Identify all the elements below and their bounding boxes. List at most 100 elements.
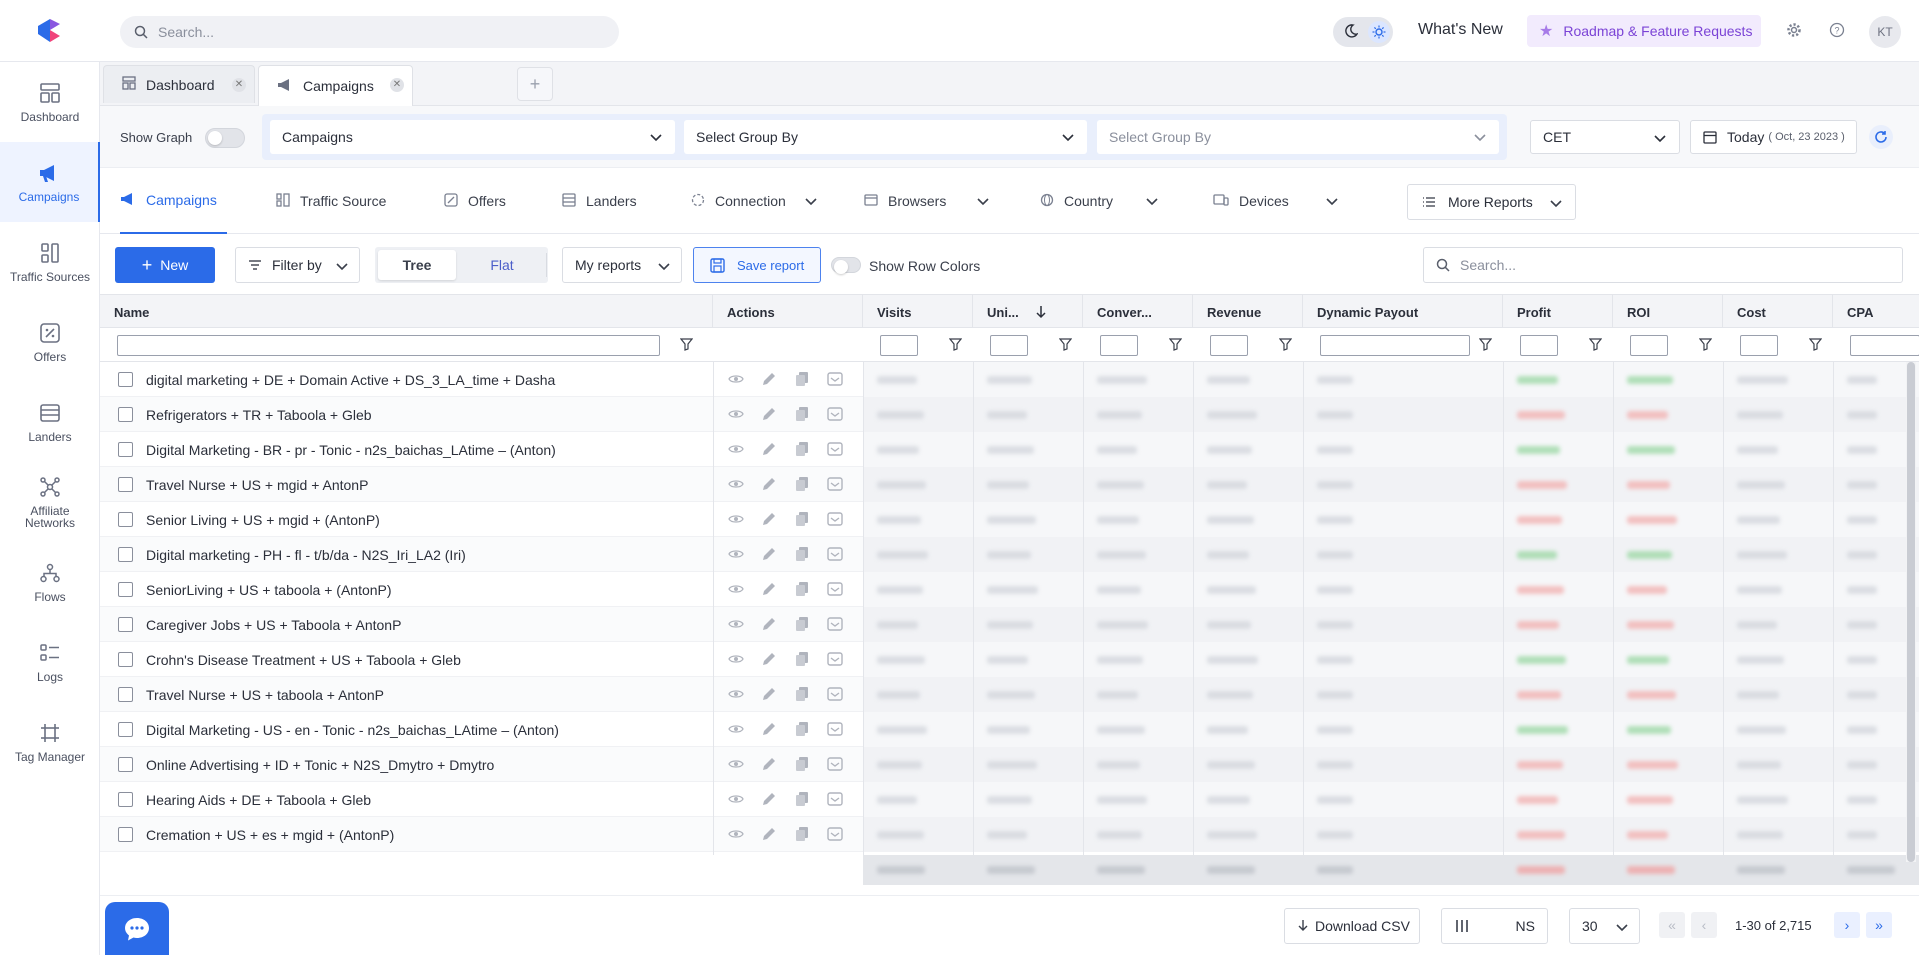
eye-icon[interactable] xyxy=(728,581,744,597)
tab-dashboard[interactable]: Dashboard ✕ xyxy=(103,65,255,103)
copy-icon[interactable] xyxy=(794,686,810,702)
column-filter-input[interactable] xyxy=(1850,335,1919,356)
sort-down-icon[interactable] xyxy=(1035,305,1047,319)
campaign-name[interactable]: Travel Nurse + US + taboola + AntonP xyxy=(146,687,384,703)
archive-icon[interactable] xyxy=(827,511,843,527)
column-header-cost[interactable]: Cost xyxy=(1723,295,1833,329)
column-filter-input[interactable] xyxy=(880,335,918,356)
scroll-thumb[interactable] xyxy=(1907,362,1915,862)
download-csv-button[interactable]: Download CSV xyxy=(1284,908,1420,944)
whats-new-link[interactable]: What's New xyxy=(1418,21,1503,39)
eye-icon[interactable] xyxy=(728,721,744,737)
copy-icon[interactable] xyxy=(794,581,810,597)
refresh-button[interactable] xyxy=(1869,125,1893,149)
edit-icon[interactable] xyxy=(761,546,777,562)
eye-icon[interactable] xyxy=(728,651,744,667)
last-page-button[interactable]: » xyxy=(1866,912,1892,938)
row-checkbox[interactable] xyxy=(118,757,133,772)
table-row[interactable]: Caregiver Jobs + US + Taboola + AntonP xyxy=(100,607,1919,642)
copy-icon[interactable] xyxy=(794,406,810,422)
rows-per-page-select[interactable]: 30 xyxy=(1569,908,1640,944)
copy-icon[interactable] xyxy=(794,756,810,772)
column-filter-input[interactable] xyxy=(1210,335,1248,356)
column-header-cpa[interactable]: CPA xyxy=(1833,295,1919,329)
column-header-unique[interactable]: Uni... xyxy=(973,295,1083,329)
tab-campaigns[interactable]: Campaigns ✕ xyxy=(258,65,413,106)
table-row[interactable]: Travel Nurse + US + mgid + AntonP xyxy=(100,467,1919,502)
edit-icon[interactable] xyxy=(761,406,777,422)
campaign-name[interactable]: Digital marketing - PH - fl - t/b/da - N… xyxy=(146,547,466,563)
row-checkbox[interactable] xyxy=(118,442,133,457)
edit-icon[interactable] xyxy=(761,476,777,492)
tree-view-button[interactable]: Tree xyxy=(378,250,456,280)
eye-icon[interactable] xyxy=(728,441,744,457)
filter-icon[interactable] xyxy=(949,338,962,351)
table-row[interactable]: Refrigerators + TR + Taboola + Gleb xyxy=(100,397,1919,432)
sidebar-item-logs[interactable]: Logs xyxy=(0,622,100,702)
report-tab-campaigns[interactable]: Campaigns xyxy=(120,168,227,234)
column-filter-input[interactable] xyxy=(1320,335,1470,356)
row-colors-toggle[interactable] xyxy=(831,257,861,274)
edit-icon[interactable] xyxy=(761,791,777,807)
column-header-roi[interactable]: ROI xyxy=(1613,295,1723,329)
eye-icon[interactable] xyxy=(728,686,744,702)
archive-icon[interactable] xyxy=(827,441,843,457)
archive-icon[interactable] xyxy=(827,686,843,702)
filter-icon[interactable] xyxy=(1809,338,1822,351)
column-header-dynamic-payout[interactable]: Dynamic Payout xyxy=(1303,295,1503,329)
edit-icon[interactable] xyxy=(761,371,777,387)
table-row[interactable]: Cremation + US + es + mgid + (AntonP) xyxy=(100,817,1919,852)
archive-icon[interactable] xyxy=(827,371,843,387)
add-tab-button[interactable]: + xyxy=(517,67,553,101)
column-header-name[interactable]: Name xyxy=(100,295,713,329)
row-checkbox[interactable] xyxy=(118,372,133,387)
row-checkbox[interactable] xyxy=(118,512,133,527)
eye-icon[interactable] xyxy=(728,371,744,387)
archive-icon[interactable] xyxy=(827,721,843,737)
gear-icon[interactable] xyxy=(1786,22,1802,38)
report-tab-browsers[interactable]: Browsers xyxy=(864,168,990,234)
row-checkbox[interactable] xyxy=(118,722,133,737)
edit-icon[interactable] xyxy=(761,826,777,842)
sidebar-item-offers[interactable]: Offers xyxy=(0,302,100,382)
report-tab-offers[interactable]: Offers xyxy=(444,168,506,234)
archive-icon[interactable] xyxy=(827,756,843,772)
name-filter-input[interactable] xyxy=(117,335,660,356)
column-filter-input[interactable] xyxy=(990,335,1028,356)
eye-icon[interactable] xyxy=(728,546,744,562)
copy-icon[interactable] xyxy=(794,441,810,457)
archive-icon[interactable] xyxy=(827,651,843,667)
next-page-button[interactable]: › xyxy=(1834,912,1860,938)
eye-icon[interactable] xyxy=(728,406,744,422)
copy-icon[interactable] xyxy=(794,511,810,527)
table-row[interactable]: Online Advertising + ID + Tonic + N2S_Dm… xyxy=(100,747,1919,782)
row-checkbox[interactable] xyxy=(118,582,133,597)
help-icon[interactable]: ? xyxy=(1829,22,1845,38)
sidebar-item-campaigns[interactable]: Campaigns xyxy=(0,142,100,222)
campaign-name[interactable]: Crohn's Disease Treatment + US + Taboola… xyxy=(146,652,461,668)
filter-icon[interactable] xyxy=(1169,338,1182,351)
copy-icon[interactable] xyxy=(794,826,810,842)
row-checkbox[interactable] xyxy=(118,407,133,422)
column-settings-button[interactable]: NS xyxy=(1441,908,1548,944)
campaign-name[interactable]: Refrigerators + TR + Taboola + Gleb xyxy=(146,407,372,423)
archive-icon[interactable] xyxy=(827,581,843,597)
prev-page-button[interactable]: ‹ xyxy=(1691,912,1717,938)
copy-icon[interactable] xyxy=(794,371,810,387)
eye-icon[interactable] xyxy=(728,511,744,527)
sidebar-item-landers[interactable]: Landers xyxy=(0,382,100,462)
column-filter-input[interactable] xyxy=(1630,335,1668,356)
edit-icon[interactable] xyxy=(761,721,777,737)
report-tab-traffic-source[interactable]: Traffic Source xyxy=(276,168,386,234)
eye-icon[interactable] xyxy=(728,756,744,772)
filter-by-dropdown[interactable]: Filter by xyxy=(235,247,360,283)
edit-icon[interactable] xyxy=(761,511,777,527)
edit-icon[interactable] xyxy=(761,616,777,632)
campaign-name[interactable]: Digital Marketing - US - en - Tonic - n2… xyxy=(146,722,559,738)
copy-icon[interactable] xyxy=(794,721,810,737)
save-report-button[interactable]: Save report xyxy=(693,247,821,283)
row-checkbox[interactable] xyxy=(118,827,133,842)
report-tab-devices[interactable]: Devices xyxy=(1213,168,1339,234)
row-checkbox[interactable] xyxy=(118,687,133,702)
archive-icon[interactable] xyxy=(827,616,843,632)
